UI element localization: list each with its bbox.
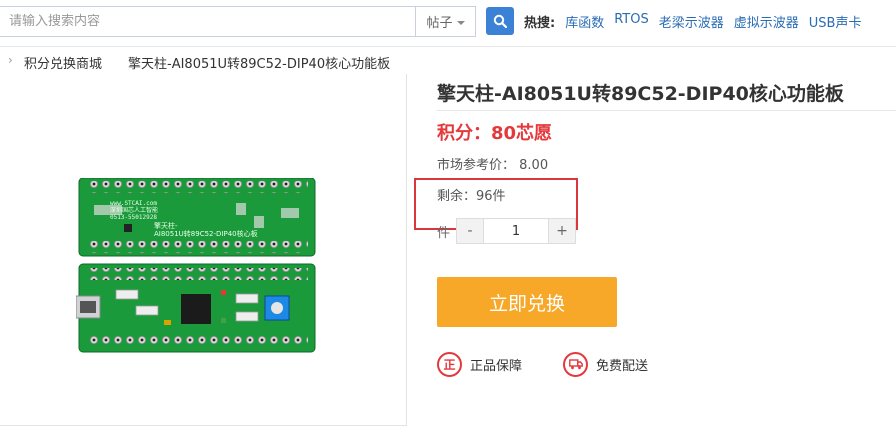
silkscreen-text: www.STCAI.com <box>110 200 157 207</box>
hot-link[interactable]: RTOS <box>614 12 649 31</box>
breadcrumb-item-product[interactable]: 擎天柱-AI8051U转89C52-DIP40核心功能板 <box>128 53 390 72</box>
guarantee-label: 正品保障 <box>470 359 523 374</box>
silkscreen-text: 深圳国芯人工智能 <box>110 206 158 214</box>
authentic-icon: 正 <box>437 352 462 377</box>
market-price-label: 市场参考价： <box>437 158 516 173</box>
hot-link[interactable]: 库函数 <box>565 12 604 31</box>
breadcrumb: › 积分兑换商城 擎天柱-AI8051U转89C52-DIP40核心功能板 <box>0 46 896 74</box>
product-image[interactable]: www.STCAI.com 深圳国芯人工智能 0513-55012928 擎天柱… <box>75 177 320 432</box>
hot-link[interactable]: 老梁示波器 <box>659 12 724 31</box>
search-input[interactable] <box>0 7 415 36</box>
breadcrumb-separator: › <box>8 53 13 67</box>
quantity-minus-button[interactable]: - <box>457 219 484 243</box>
hot-searches: 热搜: 库函数 RTOS 老梁示波器 虚拟示波器 USB声卡 <box>524 12 861 31</box>
search-button[interactable] <box>486 7 514 35</box>
truck-icon <box>563 352 588 377</box>
quantity-plus-button[interactable]: + <box>549 219 576 243</box>
market-price: 市场参考价： 8.00 <box>437 154 548 173</box>
market-price-value: 8.00 <box>519 158 549 173</box>
redeem-button[interactable]: 立即兑换 <box>437 277 617 327</box>
silkscreen-text: 0513-55012928 <box>110 214 157 221</box>
silkscreen-text: AI8051U转89C52-DIP40核心板 <box>154 229 258 238</box>
product-title: 擎天柱-AI8051U转89C52-DIP40核心功能板 <box>437 83 844 105</box>
top-search-bar: 帖子 热搜: 库函数 RTOS 老梁示波器 虚拟示波器 USB声卡 <box>0 0 896 44</box>
pcb-board-image: www.STCAI.com 深圳国芯人工智能 0513-55012928 擎天柱… <box>75 177 316 353</box>
quantity-row: 件 - + <box>437 218 577 244</box>
chevron-down-icon <box>456 20 465 25</box>
product-image-panel: www.STCAI.com 深圳国芯人工智能 0513-55012928 擎天柱… <box>0 74 407 426</box>
silkscreen-text: 擎天柱- <box>154 221 178 230</box>
quantity-input[interactable] <box>483 219 550 243</box>
search-type-label: 帖子 <box>426 16 453 31</box>
hot-search-label: 热搜: <box>524 16 556 31</box>
points-price: 积分：80芯愿 <box>437 123 553 144</box>
search-box <box>0 6 416 37</box>
title-divider <box>437 110 896 111</box>
quantity-label: 件 <box>437 225 451 241</box>
guarantee-free-shipping: 免费配送 <box>563 352 648 377</box>
hot-link[interactable]: USB声卡 <box>809 12 862 31</box>
search-type-select[interactable]: 帖子 <box>416 6 476 37</box>
hot-link[interactable]: 虚拟示波器 <box>734 12 799 31</box>
guarantee-authentic: 正 正品保障 <box>437 352 522 377</box>
search-icon <box>493 14 507 28</box>
breadcrumb-item-mall[interactable]: 积分兑换商城 <box>24 53 102 72</box>
guarantee-label: 免费配送 <box>596 359 649 374</box>
quantity-stepper: - + <box>456 218 577 244</box>
